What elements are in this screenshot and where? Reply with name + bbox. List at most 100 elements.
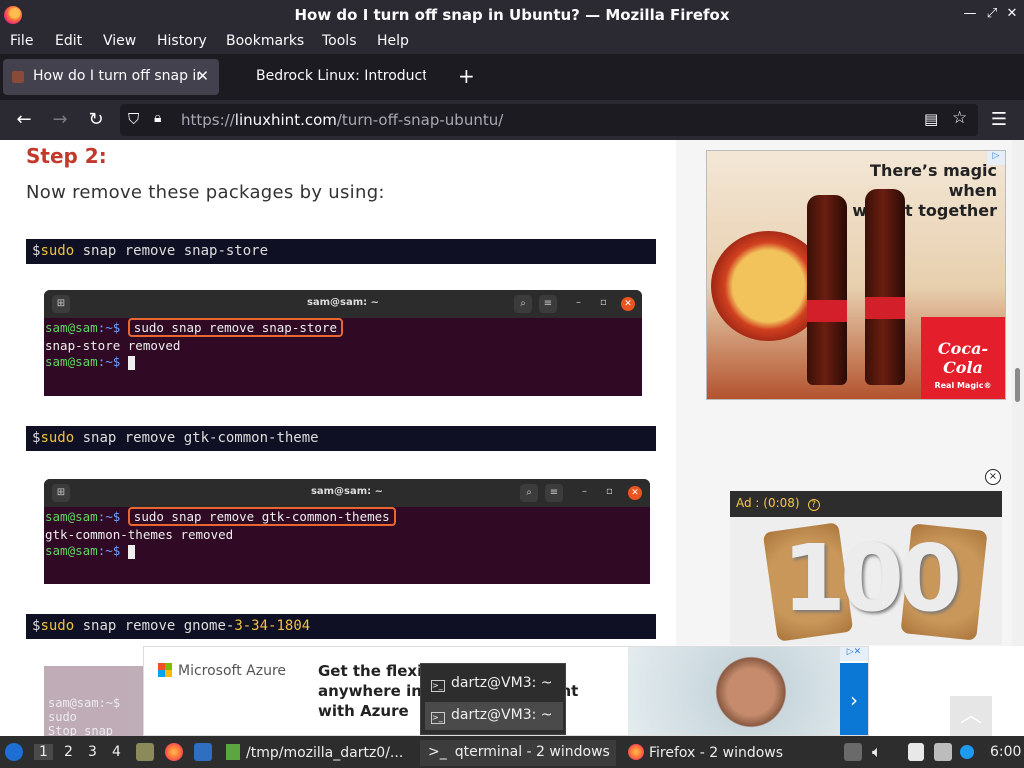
site-favicon-icon xyxy=(12,71,24,83)
window-title: How do I turn off snap in Ubuntu? — Mozi… xyxy=(294,6,730,24)
scrollbar-thumb[interactable] xyxy=(1015,368,1020,402)
terminal-menu-icon: ≡ xyxy=(545,484,563,502)
terminal-close-icon: ✕ xyxy=(621,297,635,311)
terminal-output: gtk-common-themes removed xyxy=(45,527,234,542)
tab-active[interactable]: How do I turn off snap in Ubuntu? ✕ xyxy=(3,59,219,95)
terminal-screenshot: ⊞ sam@sam: ~ ⌕ ≡ – ▫ ✕ sam@sam:~$ sudo s… xyxy=(44,290,642,396)
scroll-to-top-button[interactable]: ︿ xyxy=(950,696,992,736)
notification-icon[interactable] xyxy=(960,745,974,759)
url-bar[interactable]: ⛉ 🔒︎ https://linuxhint.com/turn-off-snap… xyxy=(120,104,978,136)
taskbar-window-list: >_ dartz@VM3: ~ >_ dartz@VM3: ~ xyxy=(420,663,566,735)
url-text[interactable]: https://linuxhint.com/turn-off-snap-ubun… xyxy=(181,111,503,129)
tab-label: Bedrock Linux: Introduction xyxy=(256,68,426,84)
workspace-2[interactable]: 2 xyxy=(64,744,73,760)
ad-close-button[interactable]: × xyxy=(985,469,1001,485)
network-icon[interactable] xyxy=(934,743,952,761)
clipboard-icon[interactable] xyxy=(908,743,924,761)
new-tab-icon[interactable]: + xyxy=(458,64,482,100)
reader-view-icon[interactable]: ▤ xyxy=(924,110,938,128)
terminal-screenshot: ⊞ sam@sam: ~ ⌕ ≡ – ▫ ✕ sam@sam:~$ sudo s… xyxy=(44,479,650,584)
terminal-icon: >_ xyxy=(428,744,447,760)
back-icon[interactable]: ← xyxy=(13,109,35,131)
tab-label: How do I turn off snap in Ubuntu? xyxy=(33,68,199,84)
terminal-header: ⊞ sam@sam: ~ ⌕ ≡ – ▫ ✕ xyxy=(44,290,642,318)
volume-icon[interactable]: 🔈︎ xyxy=(872,742,882,762)
terminal-maximize-icon: ▫ xyxy=(606,486,613,497)
terminal-header: ⊞ sam@sam: ~ ⌕ ≡ – ▫ ✕ xyxy=(44,479,650,507)
tray-trash-icon[interactable] xyxy=(844,743,862,761)
cursor xyxy=(127,544,135,559)
terminal-search-icon: ⌕ xyxy=(514,295,532,313)
desktop-icon[interactable] xyxy=(194,743,212,761)
code-block: $sudo snap remove gnome-3-34-1804 xyxy=(26,614,656,639)
archive-icon xyxy=(226,744,240,760)
start-menu-icon[interactable] xyxy=(5,743,23,761)
clock[interactable]: 6:00 xyxy=(990,744,1021,760)
workspace-1[interactable]: 1 xyxy=(34,744,53,760)
terminal-minimize-icon: – xyxy=(576,297,581,308)
close-icon[interactable]: ✕ xyxy=(1004,6,1020,22)
tab-inactive[interactable]: Bedrock Linux: Introduction xyxy=(226,59,448,95)
taskbar: 1 2 3 4 /tmp/mozilla_dartz0/... >_ qtermi… xyxy=(0,736,1024,768)
reload-icon[interactable]: ↻ xyxy=(85,109,107,131)
menu-bar: File Edit View History Bookmarks Tools H… xyxy=(0,30,1024,54)
terminal-close-icon: ✕ xyxy=(628,486,642,500)
terminal-maximize-icon: ▫ xyxy=(600,297,607,308)
banner-next-button[interactable]: › xyxy=(840,663,868,735)
terminal-icon: >_ xyxy=(431,680,445,692)
coca-cola-ad[interactable]: ▷ There’s magic when we eat together Coca… xyxy=(706,150,1006,400)
task-firefox[interactable]: Firefox - 2 windows xyxy=(624,740,824,766)
highlighted-command: sudo snap remove snap-store xyxy=(127,318,343,337)
maximize-icon[interactable]: ⤢ xyxy=(984,6,1000,22)
tab-close-icon[interactable]: ✕ xyxy=(196,67,209,85)
cursor xyxy=(127,355,135,370)
menu-tools[interactable]: Tools xyxy=(322,33,357,49)
microsoft-squares-icon xyxy=(158,663,172,677)
tracking-shield-icon[interactable]: ⛉ xyxy=(128,110,139,128)
ad-timer-bar: Ad : (0:08)? xyxy=(730,491,1002,517)
workspace-3[interactable]: 3 xyxy=(88,744,97,760)
hamburger-menu-icon[interactable]: ☰ xyxy=(988,109,1010,131)
step-heading: Step 2: xyxy=(26,144,107,168)
firefox-icon xyxy=(628,744,644,760)
microsoft-logo: Microsoft Azure xyxy=(158,663,286,679)
workspace-4[interactable]: 4 xyxy=(112,744,121,760)
bottle-image xyxy=(807,195,847,385)
intro-paragraph: Now remove these packages by using: xyxy=(26,182,385,203)
task-tmp-mozilla[interactable]: /tmp/mozilla_dartz0/... xyxy=(226,740,414,766)
adchoices-icon[interactable]: ▷✕ xyxy=(840,647,868,661)
menu-bookmarks[interactable]: Bookmarks xyxy=(226,33,304,49)
menu-file[interactable]: File xyxy=(10,33,33,49)
menu-history[interactable]: History xyxy=(157,33,207,49)
bottle-image xyxy=(865,189,905,385)
code-block: $sudo snap remove gtk-common-theme xyxy=(26,426,656,451)
terminal-minimize-icon: – xyxy=(582,486,587,497)
coca-cola-logo: Coca-Cola Real Magic® xyxy=(921,317,1005,399)
menu-edit[interactable]: Edit xyxy=(55,33,82,49)
banner-photo xyxy=(628,647,840,735)
ad-number: 100 xyxy=(782,525,962,632)
terminal-search-icon: ⌕ xyxy=(520,484,538,502)
lock-icon[interactable]: 🔒︎ xyxy=(154,110,161,126)
forward-icon[interactable]: → xyxy=(49,109,71,131)
help-icon[interactable]: ? xyxy=(807,499,820,511)
menu-help[interactable]: Help xyxy=(377,33,409,49)
menu-view[interactable]: View xyxy=(103,33,136,49)
page-content: Step 2: Now remove these packages by usi… xyxy=(0,140,1024,646)
terminal-icon: >_ xyxy=(431,712,445,724)
bookmark-star-icon[interactable]: ☆ xyxy=(952,108,967,128)
tab-bar: How do I turn off snap in Ubuntu? ✕ Bedr… xyxy=(0,54,1024,100)
faded-terminal-line: sam@sam:~$ sudo xyxy=(48,696,121,724)
window-list-item[interactable]: >_ dartz@VM3: ~ xyxy=(425,702,563,730)
firefox-launcher-icon[interactable] xyxy=(165,743,183,761)
terminal-output: snap-store removed xyxy=(45,338,181,353)
file-manager-icon[interactable] xyxy=(136,743,154,761)
highlighted-command: sudo snap remove gtk-common-themes xyxy=(127,507,396,526)
task-qterminal[interactable]: >_ qterminal - 2 windows xyxy=(420,740,616,766)
video-ad[interactable]: Ad : (0:08)? 100 xyxy=(730,491,1002,645)
window-list-item[interactable]: >_ dartz@VM3: ~ xyxy=(425,670,563,698)
terminal-menu-icon: ≡ xyxy=(539,295,557,313)
code-block: $sudo snap remove snap-store xyxy=(26,239,656,264)
page-scrollbar[interactable] xyxy=(1012,140,1024,646)
minimize-icon[interactable]: — xyxy=(962,6,978,22)
